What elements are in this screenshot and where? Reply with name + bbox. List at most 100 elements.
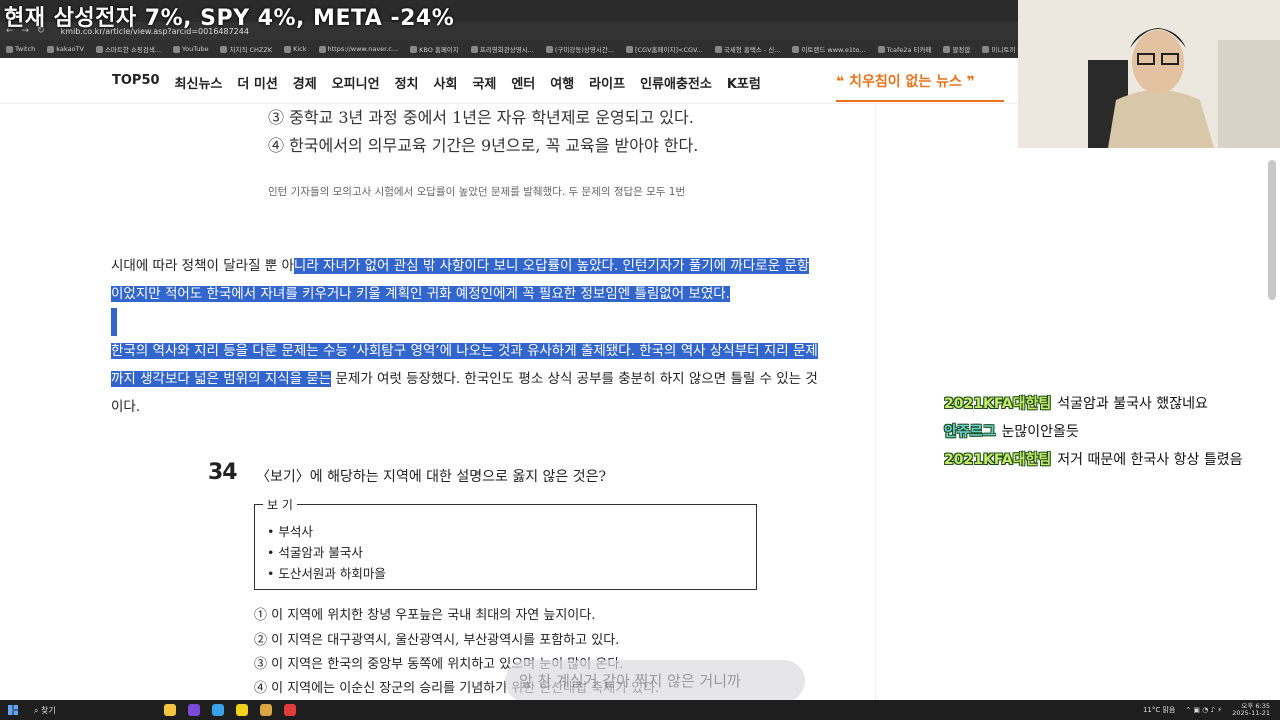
bookmark-item[interactable]: 스마트한 쇼핑검색... [95, 44, 162, 54]
text-plain: 이다. [111, 399, 141, 415]
exam-choice: ③ 중학교 3년 과정 중에서 1년은 자유 학년제로 운영되고 있다. [268, 108, 694, 127]
bookmark-label: (구미강동)상영시간... [554, 46, 614, 54]
weather-text: 11°C 맑음 [1142, 706, 1176, 714]
bookmark-item[interactable]: 국세청 홈택스 - 신... [714, 44, 780, 54]
folder-icon[interactable] [260, 704, 272, 716]
text-selected: 까지 생각보다 넓은 범위의 지식을 묻는 [111, 371, 332, 387]
chat-message: 2021KFA대한팀 저거 때문에 한국사 항상 틀렸음 [944, 446, 1274, 474]
nav-item[interactable]: 오피니언 [332, 73, 380, 92]
bookmark-label: https://www.naver.c... [327, 45, 399, 53]
chat-text: 석굴암과 불국사 했잖네요 [1057, 396, 1208, 412]
nav-item[interactable]: 경제 [293, 73, 317, 92]
webcam-overlay [1018, 0, 1280, 148]
tray-icons: ⌃ ▣ ◔ ♪ ⚡ [1185, 706, 1223, 714]
bookmark-icon [625, 45, 633, 53]
bookmark-label: [CGV홈페이지]<CGV... [634, 46, 703, 54]
slogan-underline [836, 100, 1004, 102]
app-icon[interactable] [164, 704, 176, 716]
bookmark-item[interactable]: 미니토끼 - 일본판... [982, 44, 1018, 54]
bookmark-item[interactable]: 프리영화관상영시... [470, 44, 534, 54]
app-icon[interactable] [188, 704, 200, 716]
bookmark-icon [284, 45, 292, 53]
example-box: 보 기 • 부석사 • 석굴암과 불국사 • 도산서원과 하회마을 [254, 496, 757, 590]
paragraph-line: 까지 생각보다 넓은 범위의 지식을 묻는 문제가 여럿 등장했다. 한국인도 … [111, 365, 818, 394]
bookmark-label: 치지직 CHZZK [229, 46, 273, 54]
taskbar: ⌕ 찾기 11°C 맑음 ⌃ ▣ ◔ ♪ ⚡ 오후 6:35 2025-11-2… [0, 700, 1280, 720]
bookmark-item[interactable]: (구미강동)상영시간... [545, 44, 614, 54]
bookmark-icon [877, 45, 885, 53]
system-tray[interactable]: 11°C 맑음 ⌃ ▣ ◔ ♪ ⚡ 오후 6:35 2025-11-21 [1143, 703, 1270, 717]
bookmark-item[interactable]: [CGV홈페이지]<CGV... [625, 44, 703, 54]
nav-item[interactable]: 정치 [395, 73, 419, 92]
search-label: 찾기 [41, 705, 56, 715]
bookmark-item[interactable]: 팔정합 [943, 44, 970, 54]
text-selected: 한국의 역사와 지리 등을 다룬 문제는 수능 ‘사회탐구 영역’에 나오는 것… [111, 343, 818, 359]
text-plain: 문제가 여럿 등장했다. 한국인도 평소 상식 공부를 충분히 하지 않으면 틀… [331, 371, 818, 387]
paragraph-line: 이다. [111, 393, 140, 422]
bookmark-item[interactable]: Twitch [6, 45, 35, 53]
answer-choice: ① 이 지역에 위치한 창녕 우포늪은 국내 최대의 자연 늪지이다. [254, 608, 596, 623]
bookmark-item[interactable]: https://www.naver.c... [318, 45, 399, 53]
chat-nick: 2021KFA대한팀 [944, 396, 1052, 412]
scrollbar-thumb[interactable] [1268, 160, 1276, 300]
bookmark-item[interactable]: Tcafe2a 티카페 [877, 44, 931, 54]
clock-date: 2025-11-21 [1232, 709, 1270, 717]
paragraph-line: 이었지만 적어도 한국에서 자녀를 키우거나 키울 계획인 귀화 예정인에게 꼭… [111, 280, 730, 309]
nav-item[interactable]: 인류애충전소 [640, 73, 712, 92]
bookmark-icon [792, 45, 800, 53]
windows-start-icon[interactable] [8, 705, 18, 715]
bookmark-item[interactable]: Kick [284, 45, 307, 53]
chat-text: 눈많이안올듯 [1001, 424, 1079, 440]
nav-item[interactable]: 최신뉴스 [175, 73, 223, 92]
bookmark-icon [410, 45, 418, 53]
nav-item[interactable]: 여행 [550, 73, 574, 92]
bookmark-item[interactable]: KBO 홈페이지 [410, 44, 459, 54]
chat-nick: 안쥬르그 [944, 424, 996, 440]
site-slogan: ❝ 치우침이 없는 뉴스 ❞ [836, 74, 975, 90]
nav-item[interactable]: 엔터 [511, 73, 535, 92]
bookmark-item[interactable]: YouTube [173, 45, 208, 53]
exam-image-top: ③ 중학교 3년 과정 중에서 1년은 자유 학년제로 운영되고 있다. ④ 한… [268, 104, 768, 164]
bookmarks-bar: Twitch kakaoTV 스마트한 쇼핑검색... YouTube 치지직 CHZZ… [0, 40, 1018, 58]
nav-item[interactable]: 사회 [433, 73, 457, 92]
text-plain: 시대에 따라 정책이 달라질 뿐 아 [111, 258, 294, 274]
webcam-person-icon [1018, 0, 1280, 148]
bookmark-icon [220, 45, 228, 53]
bookmark-label: 스마트한 쇼핑검색... [104, 46, 162, 54]
paragraph-line: 시대에 따라 정책이 달라질 뿐 아니라 자녀가 없어 관심 밖 사항이다 보니… [111, 252, 810, 281]
bookmark-label: Kick [293, 45, 307, 53]
bookmark-label: 미니토끼 - 일본판... [991, 46, 1018, 54]
taskbar-search[interactable]: ⌕ 찾기 [34, 705, 134, 716]
nav-item[interactable]: TOP50 [112, 73, 160, 92]
app-icon[interactable] [236, 704, 248, 716]
chat-popup-bubble: 앞 찬 계실거 같아 찍지 않은 거니까 [505, 660, 805, 702]
example-box-label: 보 기 [263, 496, 297, 513]
nav-item[interactable]: 라이프 [589, 73, 625, 92]
bookmark-item[interactable]: 치지직 CHZZK [220, 44, 272, 54]
bookmark-item[interactable]: 이토랜드 www.e1to... [792, 44, 866, 54]
bookmark-icon [545, 45, 553, 53]
article-body: ③ 중학교 3년 과정 중에서 1년은 자유 학년제로 운영되고 있다. ④ 한… [0, 104, 875, 700]
nav-item[interactable]: K포럼 [727, 73, 761, 92]
bookmark-item[interactable]: kakaoTV [47, 45, 84, 53]
nav-menu: TOP50 최신뉴스 더 미션 경제 오피니언 정치 사회 국제 엔터 여행 라이프 인류애충전소 K포… [112, 73, 776, 92]
answer-choice: ② 이 지역은 대구광역시, 울산광역시, 부산광역시를 포함하고 있다. [254, 633, 620, 648]
bookmark-icon [47, 45, 55, 53]
question-number: 34 [208, 460, 238, 485]
exam-choice: ④ 한국에서의 의무교육 기간은 9년으로, 꼭 교육을 받아야 한다. [268, 136, 699, 155]
chat-text: 저거 때문에 한국사 항상 틀렸음 [1057, 452, 1243, 468]
bookmark-icon [318, 45, 326, 53]
nav-item[interactable]: 더 미션 [237, 73, 277, 92]
text-selected: 이었지만 적어도 한국에서 자녀를 키우거나 키울 계획인 귀화 예정인에게 꼭… [111, 286, 730, 302]
bookmark-label: 프리영화관상영시... [479, 46, 534, 54]
chat-overlay: 2021KFA대한팀 석굴암과 불국사 했잖네요 안쥬르그 눈많이안올듯 2021K… [944, 390, 1274, 474]
app-icon[interactable] [284, 704, 296, 716]
clock[interactable]: 오후 6:35 2025-11-21 [1232, 703, 1270, 717]
nav-item[interactable]: 국제 [472, 73, 496, 92]
example-item: • 도산서원과 하회마을 [267, 566, 386, 581]
stream-overlay-title: 현재 삼성전자 7%, SPY 4%, META -24% [4, 6, 455, 31]
browser-icon[interactable] [212, 704, 224, 716]
chat-message: 2021KFA대한팀 석굴암과 불국사 했잖네요 [944, 390, 1274, 418]
chat-message: 안쥬르그 눈많이안올듯 [944, 418, 1274, 446]
bookmark-label: Twitch [15, 45, 36, 53]
